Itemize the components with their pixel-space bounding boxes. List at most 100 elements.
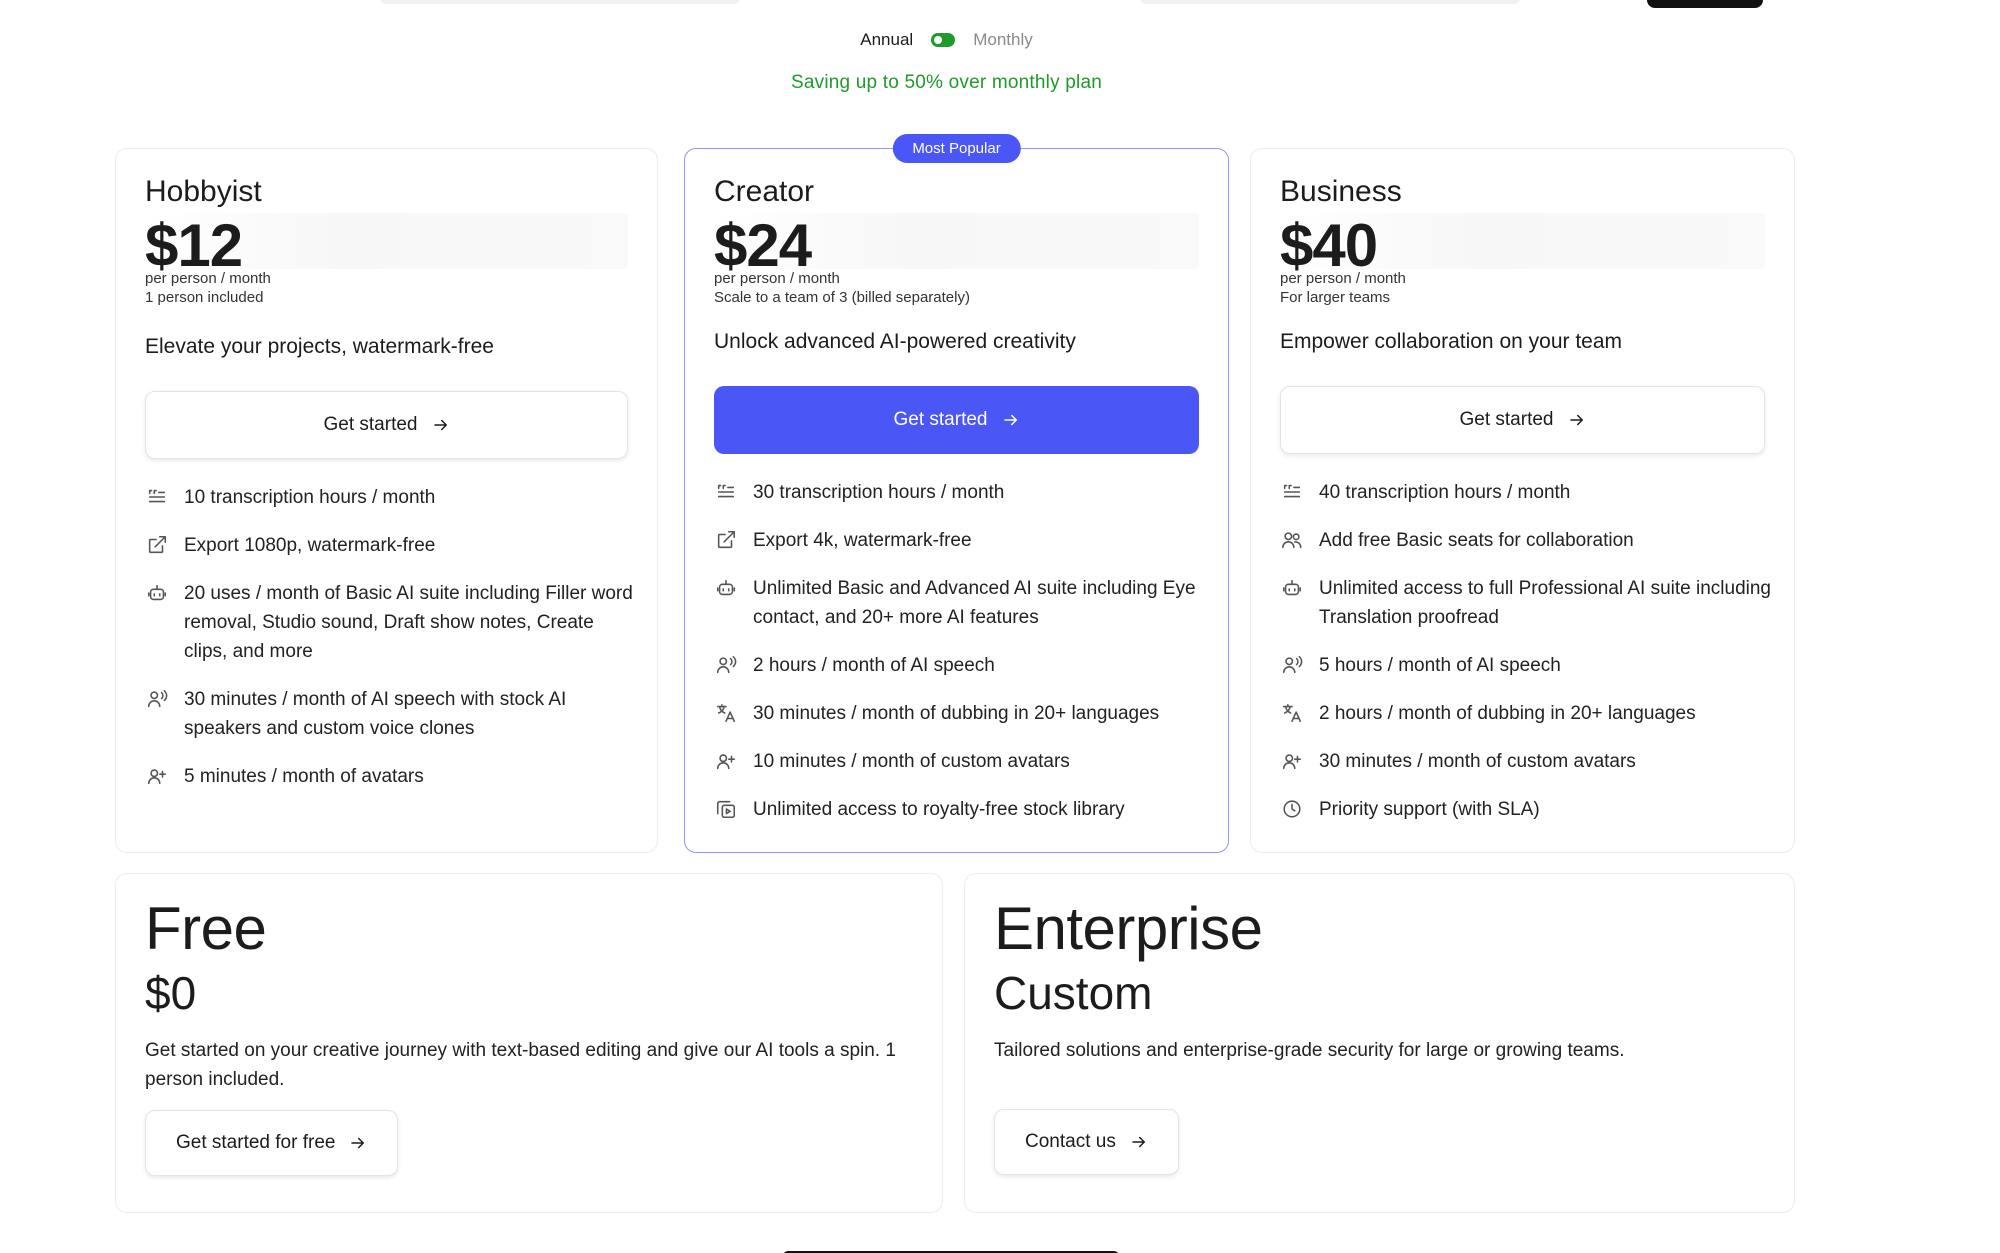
arrow-right-icon [1569, 414, 1583, 426]
feature-text: Priority support (with SLA) [1319, 799, 1540, 820]
feature-item: 2 hours / month of dubbing in 20+ langua… [1280, 699, 1774, 728]
get-started-button[interactable]: Get started [714, 386, 1199, 454]
header-button-remnant[interactable] [1647, 0, 1763, 8]
feature-text: 40 transcription hours / month [1319, 482, 1571, 503]
arrow-right-icon [1003, 414, 1017, 426]
plan-tagline: Empower collaboration on your team [1280, 330, 1623, 353]
feature-text: Unlimited access to royalty-free stock l… [753, 799, 1125, 820]
avatar-sparkle-icon [714, 749, 738, 773]
feature-item: 30 minutes / month of dubbing in 20+ lan… [714, 699, 1208, 728]
feature-item: Unlimited access to full Professional AI… [1280, 574, 1774, 632]
plan-billing-note: per person / month Scale to a team of 3 … [714, 269, 970, 307]
seat-note: 1 person included [145, 289, 264, 306]
transcript-icon [714, 480, 738, 504]
feature-list: 30 transcription hours / month Export 4k… [714, 478, 1208, 843]
switch-knob [934, 36, 943, 44]
feature-text: 2 hours / month of AI speech [753, 655, 995, 676]
feature-item: Export 4k, watermark-free [714, 526, 1208, 555]
plan-tagline: Elevate your projects, watermark-free [145, 335, 494, 358]
feature-item: 40 transcription hours / month [1280, 478, 1774, 507]
button-label: Get started [1459, 409, 1554, 430]
plan-tagline: Unlock advanced AI-powered creativity [714, 330, 1076, 353]
transcript-icon [145, 485, 169, 509]
seat-note: For larger teams [1280, 289, 1391, 306]
plan-name: Hobbyist [145, 175, 262, 208]
arrow-right-icon [1132, 1136, 1145, 1148]
feature-text: 20 uses / month of Basic AI suite includ… [184, 583, 633, 662]
robot-icon [1280, 576, 1304, 600]
feature-text: Export 4k, watermark-free [753, 530, 972, 551]
header-remnant [1140, 0, 1520, 4]
plan-price: Custom [994, 967, 1153, 1019]
feature-list: 40 transcription hours / month Add free … [1280, 478, 1774, 843]
annual-label[interactable]: Annual [860, 30, 913, 50]
feature-text: 5 minutes / month of avatars [184, 766, 424, 787]
saving-note: Saving up to 50% over monthly plan [791, 72, 1102, 93]
feature-item: 10 minutes / month of custom avatars [714, 747, 1208, 776]
feature-text: Unlimited Basic and Advanced AI suite in… [753, 578, 1196, 628]
plan-card-creator: Most Popular Creator $24 per person / mo… [684, 134, 1229, 853]
feature-item: 20 uses / month of Basic AI suite includ… [145, 579, 637, 666]
feature-text: 5 hours / month of AI speech [1319, 655, 1561, 676]
feature-text: 10 minutes / month of custom avatars [753, 751, 1070, 772]
translate-icon [714, 701, 738, 725]
feature-list: 10 transcription hours / month Export 10… [145, 483, 637, 810]
feature-item: Export 1080p, watermark-free [145, 531, 637, 560]
get-started-button[interactable]: Get started [145, 391, 628, 459]
per-label: per person / month [1280, 270, 1406, 287]
plan-card-enterprise: Enterprise Custom Tailored solutions and… [964, 873, 1795, 1213]
button-label: Get started for free [176, 1132, 336, 1153]
per-label: per person / month [145, 270, 271, 287]
feature-text: Export 1080p, watermark-free [184, 535, 436, 556]
feature-item: Priority support (with SLA) [1280, 795, 1774, 824]
feature-item: 30 transcription hours / month [714, 478, 1208, 507]
plan-card-business: Business $40 per person / month For larg… [1250, 148, 1795, 853]
feature-text: Unlimited access to full Professional AI… [1319, 578, 1772, 628]
feature-item: Unlimited access to royalty-free stock l… [714, 795, 1208, 824]
plan-description: Get started on your creative journey wit… [145, 1040, 896, 1090]
export-icon [714, 528, 738, 552]
button-label: Get started [323, 414, 418, 435]
clock-icon [1280, 797, 1304, 821]
feature-item: 2 hours / month of AI speech [714, 651, 1208, 680]
translate-icon [1280, 701, 1304, 725]
arrow-right-icon [351, 1137, 365, 1149]
avatar-sparkle-icon [145, 764, 169, 788]
feature-item: 5 minutes / month of avatars [145, 762, 637, 791]
plan-name: Free [145, 895, 267, 962]
speaker-icon [145, 687, 169, 711]
plan-card-hobbyist: Hobbyist $12 per person / month 1 person… [115, 148, 658, 853]
robot-icon [714, 576, 738, 600]
feature-item: 30 minutes / month of AI speech with sto… [145, 685, 637, 743]
feature-text: Add free Basic seats for collaboration [1319, 530, 1634, 551]
monthly-label[interactable]: Monthly [973, 30, 1033, 50]
arrow-right-icon [433, 419, 447, 431]
transcript-icon [1280, 480, 1304, 504]
billing-toggle: Annual Monthly [0, 30, 1893, 50]
header-remnant [380, 0, 740, 4]
feature-text: 30 minutes / month of AI speech with sto… [184, 689, 567, 739]
plan-billing-note: per person / month For larger teams [1280, 269, 1406, 307]
feature-item: 5 hours / month of AI speech [1280, 651, 1774, 680]
feature-text: 30 minutes / month of custom avatars [1319, 751, 1636, 772]
plan-billing-note: per person / month 1 person included [145, 269, 271, 307]
billing-switch[interactable] [931, 33, 956, 47]
get-started-button[interactable]: Get started [1280, 386, 1765, 454]
robot-icon [145, 581, 169, 605]
most-popular-badge: Most Popular [892, 134, 1021, 163]
get-started-free-button[interactable]: Get started for free [145, 1110, 399, 1176]
feature-item: Unlimited Basic and Advanced AI suite in… [714, 574, 1208, 632]
feature-text: 30 minutes / month of dubbing in 20+ lan… [753, 703, 1160, 724]
plan-price: $0 [145, 967, 197, 1019]
plan-name: Business [1280, 175, 1402, 208]
export-icon [145, 533, 169, 557]
plan-description: Tailored solutions and enterprise-grade … [994, 1040, 1625, 1061]
users-icon [1280, 528, 1304, 552]
speaker-icon [1280, 653, 1304, 677]
button-label: Contact us [1025, 1131, 1116, 1152]
plan-card-free: Free $0 Get started on your creative jou… [115, 873, 943, 1213]
media-library-icon [714, 797, 738, 821]
per-label: per person / month [714, 270, 840, 287]
speaker-icon [714, 653, 738, 677]
contact-us-button[interactable]: Contact us [994, 1109, 1179, 1175]
